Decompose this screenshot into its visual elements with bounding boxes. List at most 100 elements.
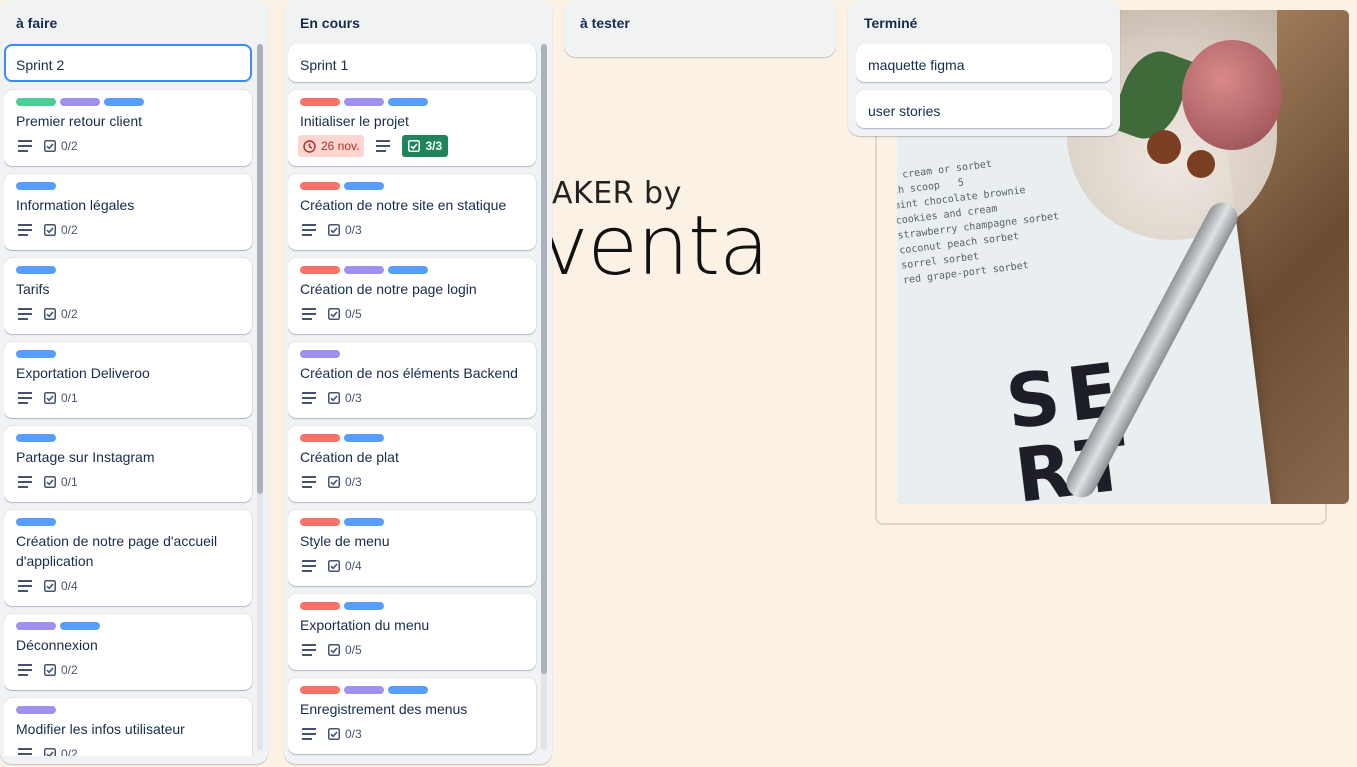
- description-icon: [298, 471, 320, 493]
- card-label-blue[interactable]: [60, 622, 100, 630]
- card[interactable]: Création de notre site en statique 0/3: [288, 174, 536, 250]
- card[interactable]: Sprint 2: [4, 44, 252, 82]
- card-labels[interactable]: [16, 706, 60, 714]
- card-label-blue[interactable]: [344, 602, 384, 610]
- card-label-blue[interactable]: [388, 98, 428, 106]
- photo-berry: [1187, 150, 1215, 178]
- checklist-count: 0/4: [345, 559, 362, 573]
- card-badges: 0/3: [298, 471, 370, 493]
- card-label-purple[interactable]: [344, 266, 384, 274]
- card-label-blue[interactable]: [104, 98, 144, 106]
- card-label-red[interactable]: [300, 182, 340, 190]
- checklist-count: 0/2: [61, 747, 78, 756]
- checklist-badge: 0/3: [328, 471, 362, 493]
- list-scrollbar[interactable]: [541, 44, 547, 750]
- list-title[interactable]: En cours: [300, 15, 360, 31]
- card[interactable]: Tarifs 0/2: [4, 258, 252, 334]
- card[interactable]: Exportation Deliveroo 0/1: [4, 342, 252, 418]
- card-label-purple[interactable]: [16, 706, 56, 714]
- card-labels[interactable]: [16, 518, 60, 526]
- description-icon: [14, 219, 36, 241]
- checklist-count: 0/5: [345, 307, 362, 321]
- card-label-blue[interactable]: [16, 350, 56, 358]
- card-label-red[interactable]: [300, 266, 340, 274]
- checklist-count: 0/1: [61, 475, 78, 489]
- card-label-purple[interactable]: [344, 98, 384, 106]
- card-label-green[interactable]: [16, 98, 56, 106]
- card-label-purple[interactable]: [16, 622, 56, 630]
- description-icon: [14, 743, 36, 756]
- card[interactable]: Initialiser le projet 26 nov. 3/3: [288, 90, 536, 166]
- card-label-blue[interactable]: [388, 266, 428, 274]
- card-labels[interactable]: [16, 98, 148, 106]
- card-labels[interactable]: [16, 350, 60, 358]
- card-label-blue[interactable]: [388, 686, 428, 694]
- card[interactable]: Premier retour client 0/2: [4, 90, 252, 166]
- card-label-red[interactable]: [300, 98, 340, 106]
- card[interactable]: Sprint 1: [288, 44, 536, 82]
- card-labels[interactable]: [16, 266, 60, 274]
- checklist-icon: [408, 140, 421, 152]
- card-title: Sprint 1: [300, 57, 349, 73]
- list-title[interactable]: à faire: [16, 15, 57, 31]
- card-label-purple[interactable]: [344, 686, 384, 694]
- card-labels[interactable]: [16, 182, 60, 190]
- card-label-red[interactable]: [300, 518, 340, 526]
- card-title: Création de notre page d'accueil d'appli…: [16, 533, 218, 569]
- card[interactable]: Exportation du menu 0/5: [288, 594, 536, 670]
- card-label-blue[interactable]: [16, 518, 56, 526]
- card-labels[interactable]: [300, 602, 388, 610]
- card-label-blue[interactable]: [344, 518, 384, 526]
- card[interactable]: Création de plat 0/3: [288, 426, 536, 502]
- card[interactable]: user stories: [856, 90, 1112, 128]
- card-labels[interactable]: [16, 622, 104, 630]
- list-scrollbar-thumb[interactable]: [257, 44, 263, 494]
- card-labels[interactable]: [300, 266, 432, 274]
- list-title[interactable]: à tester: [580, 15, 630, 31]
- card[interactable]: Déconnexion 0/2: [4, 614, 252, 690]
- card[interactable]: Partage sur Instagram 0/1: [4, 426, 252, 502]
- card-labels[interactable]: [300, 434, 388, 442]
- card[interactable]: Création de notre page d'accueil d'appli…: [4, 510, 252, 606]
- card-label-purple[interactable]: [60, 98, 100, 106]
- checklist-icon: [44, 392, 56, 404]
- card[interactable]: Création de notre page login 0/5: [288, 258, 536, 334]
- card[interactable]: Création de nos éléments Backend 0/3: [288, 342, 536, 418]
- card-badges: 0/3: [298, 387, 370, 409]
- card-label-red[interactable]: [300, 686, 340, 694]
- card[interactable]: maquette figma: [856, 44, 1112, 82]
- card-labels[interactable]: [300, 182, 388, 190]
- description-icon: [14, 471, 36, 493]
- card-label-blue[interactable]: [16, 182, 56, 190]
- card-labels[interactable]: [300, 98, 432, 106]
- checklist-icon: [44, 308, 56, 320]
- card-label-blue[interactable]: [344, 434, 384, 442]
- card[interactable]: Information légales 0/2: [4, 174, 252, 250]
- card-labels[interactable]: [300, 686, 432, 694]
- card-badges: 0/5: [298, 639, 370, 661]
- card-labels[interactable]: [300, 518, 388, 526]
- card-label-red[interactable]: [300, 434, 340, 442]
- card-title: Exportation du menu: [300, 617, 430, 633]
- card-label-blue[interactable]: [16, 266, 56, 274]
- card-label-blue[interactable]: [16, 434, 56, 442]
- card-labels[interactable]: [16, 434, 60, 442]
- checklist-badge: 0/2: [44, 659, 78, 681]
- card-label-blue[interactable]: [344, 182, 384, 190]
- list-title[interactable]: Terminé: [864, 15, 917, 31]
- checklist-badge: 0/1: [44, 471, 78, 493]
- card-badges: 0/2: [14, 743, 86, 756]
- list-scrollbar-thumb[interactable]: [541, 44, 547, 674]
- card-label-red[interactable]: [300, 602, 340, 610]
- due-date-badge[interactable]: 26 nov.: [298, 135, 365, 157]
- checklist-count: 0/1: [61, 391, 78, 405]
- card-labels[interactable]: [300, 350, 344, 358]
- card-badges: 0/2: [14, 303, 86, 325]
- card[interactable]: Enregistrement des menus 0/3: [288, 678, 536, 754]
- list-scrollbar[interactable]: [257, 44, 263, 750]
- checklist-badge: 0/2: [44, 219, 78, 241]
- description-icon: [298, 219, 320, 241]
- card[interactable]: Modifier les infos utilisateur 0/2: [4, 698, 252, 756]
- card[interactable]: Style de menu 0/4: [288, 510, 536, 586]
- card-label-purple[interactable]: [300, 350, 340, 358]
